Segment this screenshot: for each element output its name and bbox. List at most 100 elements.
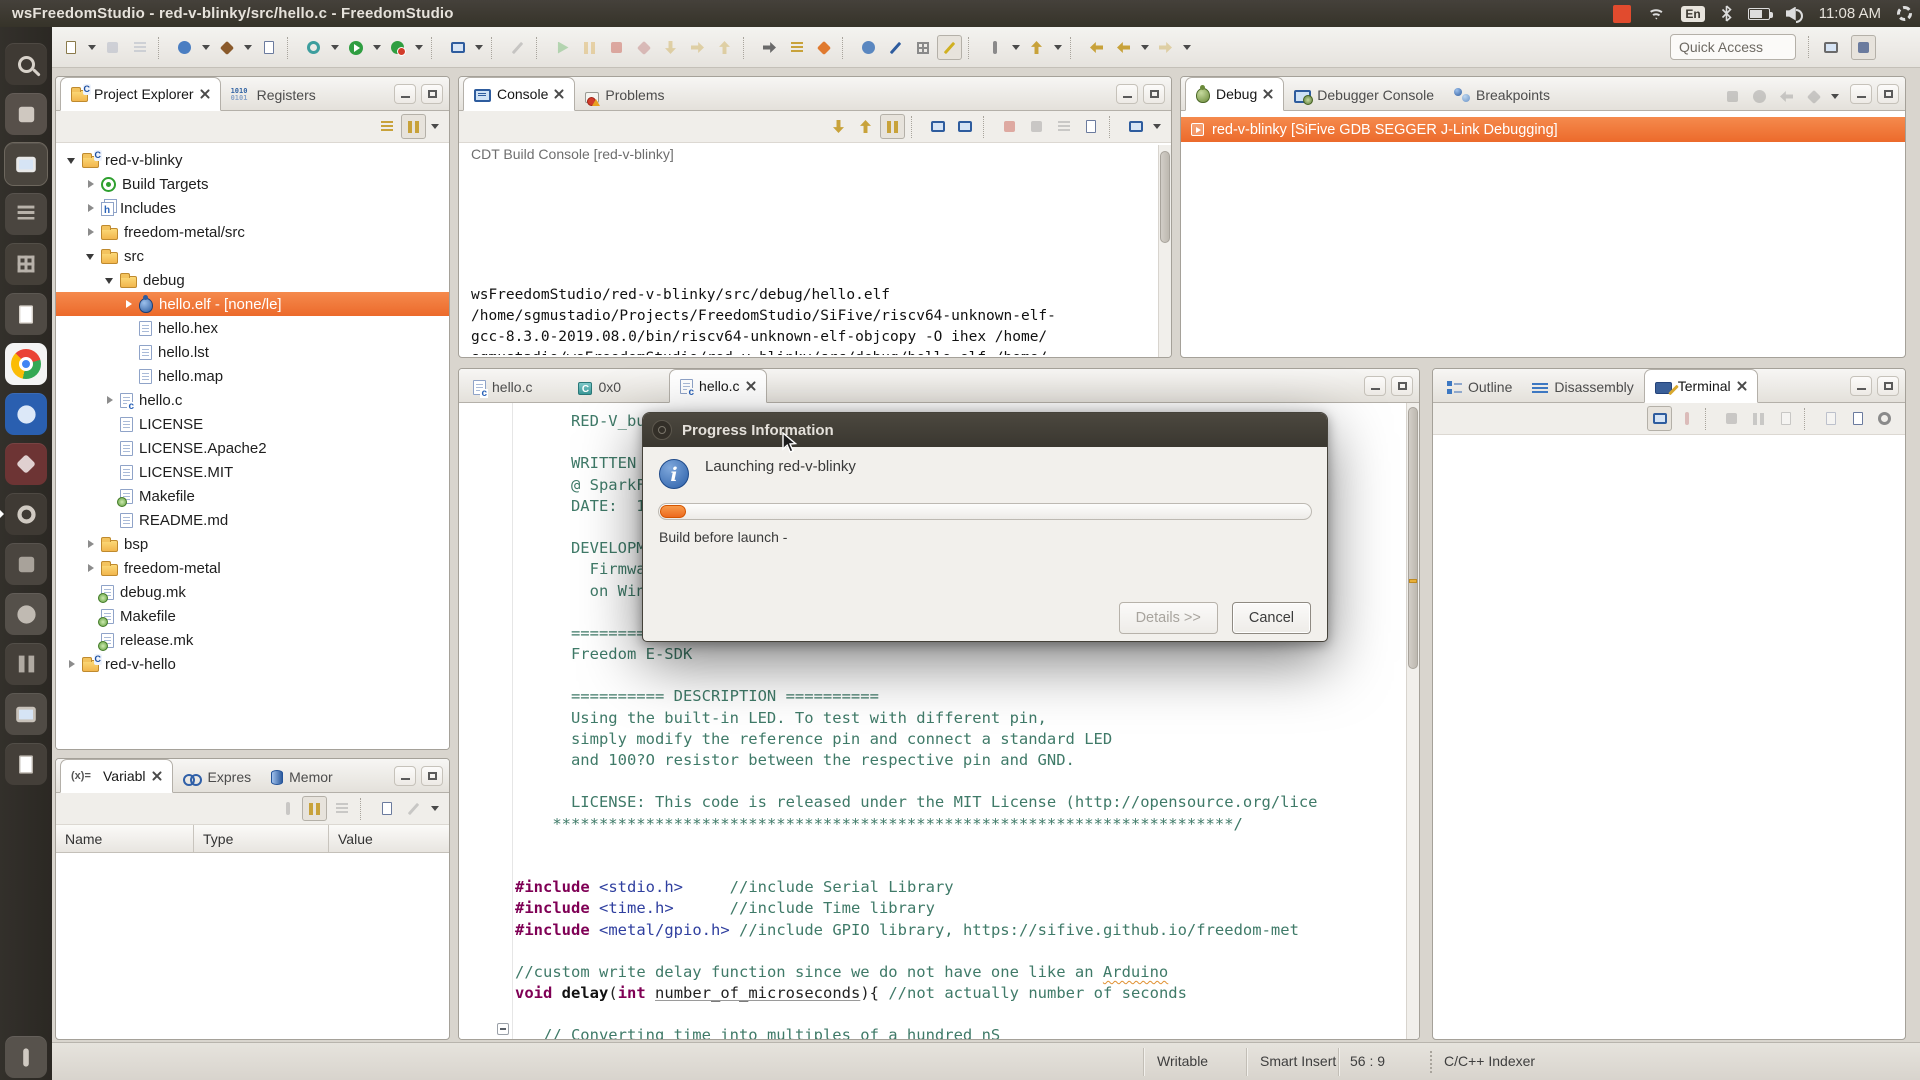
- launcher-item-files[interactable]: [5, 93, 47, 135]
- tree-item-hello-lst[interactable]: hello.lst: [56, 340, 449, 364]
- cpp-perspective-button[interactable]: [1851, 35, 1876, 60]
- tree-item-includes[interactable]: Includes: [56, 196, 449, 220]
- tree-item-release-mk[interactable]: release.mk: [56, 628, 449, 652]
- terminate-button[interactable]: [604, 35, 629, 60]
- show-whitespace-button[interactable]: [910, 35, 935, 60]
- edit-expression-button[interactable]: [401, 796, 426, 821]
- tab-debugger-console[interactable]: Debugger Console: [1284, 80, 1444, 110]
- tree-item-build-targets[interactable]: Build Targets: [56, 172, 449, 196]
- launcher-item-terminal[interactable]: [5, 143, 47, 185]
- tree-expander[interactable]: [66, 658, 79, 671]
- pin-console-button[interactable]: [880, 114, 905, 139]
- tree-expander[interactable]: [85, 178, 98, 191]
- launcher-item-freedom-studio[interactable]: [5, 493, 47, 535]
- launcher-item-app-fourteen[interactable]: [5, 693, 47, 735]
- debug-view-menu-icon[interactable]: [1828, 84, 1841, 109]
- new-expression-button[interactable]: [374, 796, 399, 821]
- scroll-to-bottom-button[interactable]: [826, 114, 851, 139]
- new-wizard-menu-icon[interactable]: [85, 35, 98, 60]
- annotate-button[interactable]: [505, 35, 530, 60]
- search-button[interactable]: [982, 35, 1007, 60]
- launcher-item-dash-home[interactable]: [5, 43, 47, 85]
- show-type-names-button[interactable]: [275, 796, 300, 821]
- tree-expander[interactable]: [104, 274, 117, 287]
- open-console-button[interactable]: [445, 35, 470, 60]
- minimize-button[interactable]: [1364, 376, 1386, 396]
- show-debug-columns-button[interactable]: [784, 35, 809, 60]
- debug-as-button[interactable]: [301, 35, 326, 60]
- console-output[interactable]: wsFreedomStudio/red-v-blinky/src/debug/h…: [471, 243, 1155, 355]
- maximize-button[interactable]: [1877, 84, 1899, 104]
- tree-expander[interactable]: [85, 202, 98, 215]
- open-console-menu-icon[interactable]: [472, 35, 485, 60]
- show-on-stdout-button[interactable]: [925, 114, 950, 139]
- clear-terminal-button[interactable]: [1773, 406, 1798, 431]
- forward-menu-icon[interactable]: [1180, 35, 1193, 60]
- tab-outline[interactable]: Outline: [1437, 372, 1522, 402]
- save-all-button[interactable]: [127, 35, 152, 60]
- tree-item-makefile[interactable]: Makefile: [56, 484, 449, 508]
- wifi-icon[interactable]: [1647, 8, 1665, 20]
- recording-indicator-icon[interactable]: [1613, 5, 1631, 23]
- tab-registers[interactable]: Registers: [221, 80, 326, 110]
- skip-all-breakpoints-button[interactable]: [856, 35, 881, 60]
- tree-item-red-v-blinky[interactable]: red-v-blinky: [56, 148, 449, 172]
- launcher-item-app-thirteen[interactable]: [5, 643, 47, 685]
- launcher-item-app-eleven[interactable]: [5, 543, 47, 585]
- build-button[interactable]: [214, 35, 239, 60]
- launcher-item-kazam[interactable]: [5, 393, 47, 435]
- column-name[interactable]: Name: [56, 825, 194, 852]
- remove-all-terminated-button[interactable]: [1720, 84, 1745, 109]
- terminal-settings-button[interactable]: [1872, 406, 1897, 431]
- run-button[interactable]: [343, 35, 368, 60]
- tree-item-hello-c[interactable]: hello.c: [56, 388, 449, 412]
- tree-expander[interactable]: [85, 250, 98, 263]
- maximize-button[interactable]: [421, 84, 443, 104]
- drop-to-frame-button[interactable]: [1774, 84, 1799, 109]
- step-over-button[interactable]: [685, 35, 710, 60]
- tab-variables[interactable]: Variabl: [60, 759, 173, 793]
- bluetooth-icon[interactable]: [1721, 5, 1732, 22]
- tree-expander[interactable]: [85, 226, 98, 239]
- scrollbar-thumb[interactable]: [1408, 407, 1418, 669]
- maximize-button[interactable]: [421, 766, 443, 786]
- tab-0x0[interactable]: 0x0: [568, 372, 631, 402]
- resume-button[interactable]: [550, 35, 575, 60]
- details-button[interactable]: Details >>: [1119, 602, 1218, 634]
- tab-terminal[interactable]: Terminal: [1644, 369, 1758, 403]
- variables-view-menu-icon[interactable]: [428, 796, 441, 821]
- tree-item-hello-map[interactable]: hello.map: [56, 364, 449, 388]
- view-menu-icon[interactable]: [428, 114, 441, 139]
- column-type[interactable]: Type: [194, 825, 329, 852]
- launcher-item-calculator[interactable]: [5, 243, 47, 285]
- connect-process-button[interactable]: [1747, 84, 1772, 109]
- tab-hello-c-1[interactable]: hello.c: [463, 372, 542, 402]
- debug-menu-icon[interactable]: [199, 35, 212, 60]
- minimize-button[interactable]: [1850, 376, 1872, 396]
- minimize-button[interactable]: [1850, 84, 1872, 104]
- forward-button[interactable]: [1153, 35, 1178, 60]
- tab-disassembly[interactable]: Disassembly: [1522, 372, 1643, 402]
- tree-item-red-v-hello[interactable]: red-v-hello: [56, 652, 449, 676]
- tree-item-license-apache2[interactable]: LICENSE.Apache2: [56, 436, 449, 460]
- run-external-menu-icon[interactable]: [412, 35, 425, 60]
- launcher-item-app-fifteen[interactable]: [5, 743, 47, 785]
- mark-occurrences-button[interactable]: [883, 35, 908, 60]
- tree-item-src[interactable]: src: [56, 244, 449, 268]
- tree-expander[interactable]: [85, 562, 98, 575]
- tree-item-freedom-metal[interactable]: freedom-metal: [56, 556, 449, 580]
- keyboard-layout-indicator[interactable]: En: [1681, 6, 1704, 22]
- close-icon[interactable]: [554, 89, 564, 99]
- quick-access-input[interactable]: [1670, 34, 1796, 60]
- back-button[interactable]: [1111, 35, 1136, 60]
- tree-item-debug[interactable]: debug: [56, 268, 449, 292]
- close-icon[interactable]: [1263, 89, 1273, 99]
- tab-expressions[interactable]: Expres: [173, 762, 262, 792]
- disconnect-terminal-button[interactable]: [1674, 406, 1699, 431]
- session-gear-icon[interactable]: [1897, 6, 1912, 21]
- scroll-to-top-button[interactable]: [853, 114, 878, 139]
- tab-hello-c-2[interactable]: hello.c: [669, 369, 766, 403]
- fold-collapse-marker[interactable]: [497, 1023, 509, 1035]
- tree-item-license[interactable]: LICENSE: [56, 412, 449, 436]
- new-terminal-view-button[interactable]: [1719, 406, 1744, 431]
